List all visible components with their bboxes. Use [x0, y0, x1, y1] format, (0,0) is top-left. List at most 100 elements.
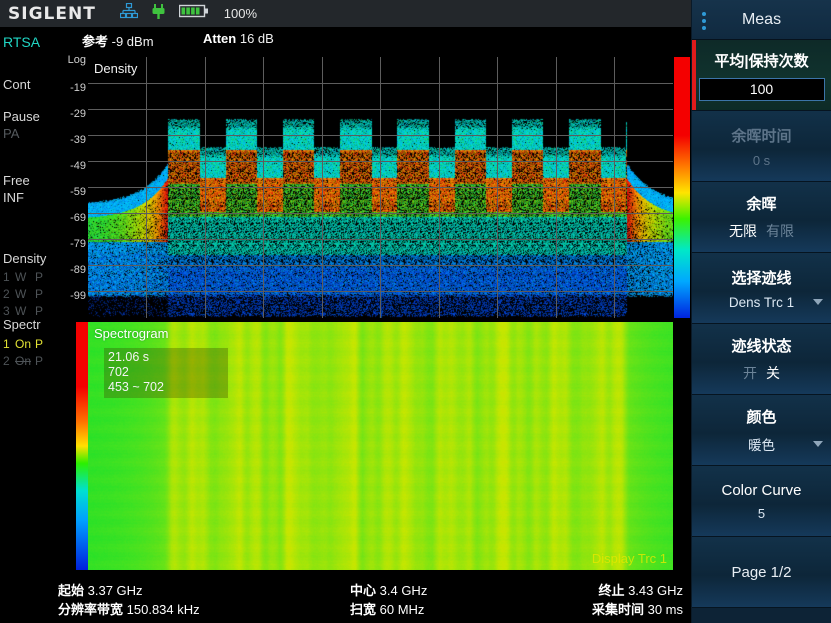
- menu-header[interactable]: Meas: [692, 0, 831, 40]
- start-freq-label: 起始: [58, 583, 85, 598]
- start-freq-value: 3.37 GHz: [87, 583, 143, 598]
- acq-time-group: 采集时间 30 ms: [592, 599, 683, 618]
- trace-state-toggle[interactable]: 开关: [743, 363, 780, 383]
- run-label: Free: [3, 173, 30, 188]
- spectr-trace-1-det: P: [35, 337, 44, 351]
- span-group: 扫宽 60 MHz: [350, 599, 424, 618]
- y-tick-label-9: -99: [70, 290, 86, 302]
- select-trace-value: Dens Trc 1: [728, 294, 795, 310]
- persistence-option-infinite[interactable]: 无限: [729, 223, 757, 239]
- spectrogram-frame: 702: [108, 365, 129, 379]
- spectrogram-footer-label: Display Trc 1: [591, 551, 667, 566]
- menu-item-persistence-time[interactable]: 余晖时间 0 s: [692, 111, 831, 182]
- center-freq-label: 中心: [350, 583, 377, 598]
- y-tick-label-8: -89: [70, 264, 86, 276]
- trace-state-option-on[interactable]: 开: [743, 365, 757, 381]
- persistence-time-label: 余晖时间: [731, 127, 792, 145]
- density-trace-2-mode: W: [15, 287, 27, 301]
- preamp-label: PA: [3, 126, 20, 141]
- persistence-option-finite[interactable]: 有限: [766, 223, 794, 239]
- spectrogram-time: 21.06 s: [108, 350, 150, 364]
- spectrogram-plot[interactable]: Spectrogram 21.06 s 702 453 ~ 702 Displa…: [88, 322, 673, 570]
- center-freq-group: 中心 3.4 GHz: [350, 580, 427, 599]
- acq-time-value: 30 ms: [647, 602, 683, 617]
- y-tick-label-7: -79: [70, 238, 86, 250]
- stop-freq-label: 终止: [598, 583, 625, 598]
- menu-item-persistence[interactable]: 余晖 无限 有限: [692, 182, 831, 253]
- menu-item-color-curve[interactable]: Color Curve 5: [692, 466, 831, 537]
- y-tick-label-5: -59: [70, 186, 86, 198]
- menu-dots-icon[interactable]: [702, 12, 706, 33]
- selection-marker: [692, 40, 696, 110]
- chevron-down-icon[interactable]: [812, 299, 823, 305]
- color-curve-label: Color Curve: [721, 481, 802, 499]
- spectr-trace-2-det: P: [35, 354, 44, 368]
- density-color-bar: [674, 57, 690, 318]
- density-y-axis: Log -19 -29 -39 -49 -59 -69 -79 -89 -99: [56, 54, 88, 318]
- span-label: 扫宽: [350, 602, 377, 617]
- spectr-trace-row-2: 2 On P: [3, 354, 43, 368]
- measurement-header: 参考 -9 dBm Atten 16 dB: [60, 27, 691, 51]
- sweep-label: Cont: [3, 77, 31, 92]
- trace-state-label: 迹线状态: [731, 338, 792, 355]
- spectr-section-title: Spectr: [3, 317, 41, 332]
- select-trace-label: 选择迹线: [731, 269, 792, 287]
- trigger-label: Pause: [3, 109, 40, 124]
- detector-label: INF: [3, 190, 24, 205]
- density-grid: [88, 57, 673, 318]
- color-label: 颜色: [746, 409, 777, 426]
- spectrogram-title: Spectrogram: [94, 326, 169, 341]
- spectrogram-info-overlay: 21.06 s 702 453 ~ 702: [104, 348, 228, 398]
- average-hold-count-input[interactable]: 100: [698, 77, 825, 101]
- trace-state-option-off[interactable]: 关: [766, 365, 780, 381]
- stop-freq-group: 终止 3.43 GHz: [598, 580, 683, 599]
- persistence-toggle[interactable]: 无限 有限: [729, 221, 794, 241]
- atten-value: 16 dB: [239, 31, 274, 46]
- page-label: Page 1/2: [731, 563, 792, 581]
- battery-percent-label: 100%: [223, 6, 258, 21]
- menu-item-average-hold-count[interactable]: 平均|保持次数 100: [692, 40, 831, 111]
- spectr-trace-row-1: 1 On P: [3, 337, 43, 351]
- top-icon-group: 100%: [119, 2, 258, 25]
- menu-item-page[interactable]: Page 1/2: [692, 537, 831, 608]
- density-trace-2-det: P: [35, 287, 44, 301]
- spectrogram-color-bar: [76, 322, 88, 570]
- spectrogram-range: 453 ~ 702: [108, 380, 164, 394]
- y-tick-label-6: -69: [70, 212, 86, 224]
- y-tick-label-2: -29: [70, 108, 86, 120]
- density-trace-1-mode: W: [15, 270, 27, 284]
- spectr-trace-2-state: On: [15, 354, 32, 368]
- y-axis-unit: Log: [67, 54, 86, 66]
- lan-icon: [119, 2, 138, 24]
- spectrum-analyzer-screen: SIGLENT 100% RTSA Cont Pause PA Free INF…: [0, 0, 831, 623]
- color-dropdown[interactable]: 暖色: [699, 434, 825, 454]
- rbw-group: 分辨率带宽 150.834 kHz: [58, 599, 200, 618]
- left-status-column: RTSA Cont Pause PA Free INF Density 1WP …: [0, 27, 60, 575]
- rbw-label: 分辨率带宽: [58, 602, 124, 617]
- power-plug-icon: [151, 3, 166, 25]
- battery-icon: [178, 4, 209, 23]
- atten-label: Atten: [203, 31, 237, 46]
- y-tick-label-1: -19: [70, 82, 86, 94]
- menu-item-trace-state[interactable]: 迹线状态 开关: [692, 324, 831, 395]
- density-trace-1-num: 1: [3, 270, 10, 284]
- density-plot-title: Density: [94, 61, 138, 76]
- density-trace-row-2: 2WP: [3, 287, 43, 301]
- density-trace-1-det: P: [35, 270, 44, 284]
- stop-freq-value: 3.43 GHz: [628, 583, 683, 598]
- start-freq-group: 起始 3.37 GHz: [58, 580, 143, 599]
- atten-group: Atten 16 dB: [203, 31, 274, 46]
- spectr-trace-2-num: 2: [3, 354, 10, 368]
- density-plot[interactable]: Density: [88, 57, 673, 318]
- menu-item-select-trace[interactable]: 选择迹线 Dens Trc 1: [692, 253, 831, 324]
- color-curve-value: 5: [757, 505, 766, 521]
- span-value: 60 MHz: [379, 602, 425, 617]
- ref-level-value: -9 dBm: [111, 34, 154, 49]
- menu-title: Meas: [741, 10, 782, 28]
- chevron-down-icon[interactable]: [812, 441, 823, 447]
- top-status-bar: SIGLENT 100%: [0, 0, 691, 27]
- select-trace-dropdown[interactable]: Dens Trc 1: [699, 295, 825, 310]
- spectr-trace-1-state: On: [15, 337, 32, 351]
- menu-item-color[interactable]: 颜色 暖色: [692, 395, 831, 466]
- ref-level-group: 参考 -9 dBm: [82, 31, 154, 50]
